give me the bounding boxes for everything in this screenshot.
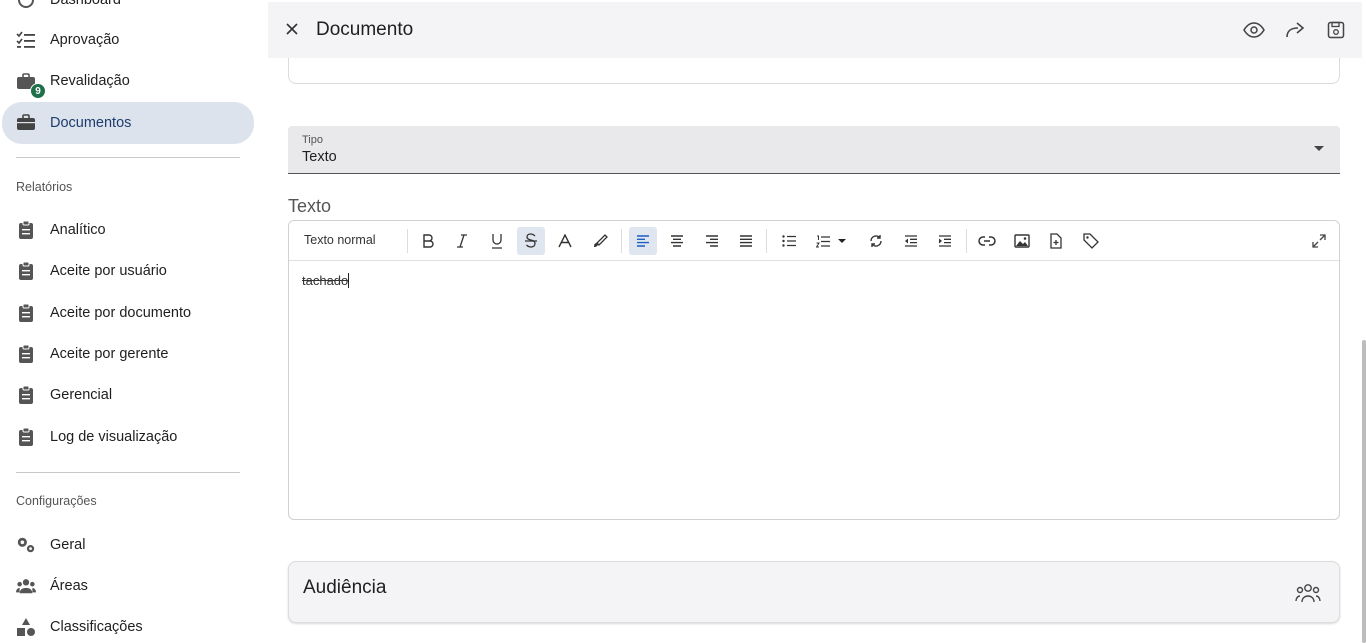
sidebar-item-dashboard[interactable]: Dashboard: [2, 0, 254, 20]
sidebar-item-aprovacao[interactable]: Aprovação: [2, 20, 254, 60]
gears-icon: [16, 535, 36, 555]
rich-text-editor: Texto normal tachado: [288, 220, 1340, 520]
align-center-icon[interactable]: [663, 227, 691, 255]
toolbar-separator: [966, 229, 967, 253]
sidebar-item-label: Aceite por gerente: [50, 346, 169, 362]
numbered-list-dropdown-icon[interactable]: [834, 227, 850, 255]
scrollbar[interactable]: [1362, 340, 1366, 643]
sidebar-item-areas[interactable]: Áreas: [2, 566, 254, 606]
text-direction-icon[interactable]: [862, 227, 890, 255]
previous-card-bottom: [288, 58, 1340, 84]
sidebar-item-documentos[interactable]: Documentos: [2, 102, 254, 144]
clipboard-icon: [16, 385, 36, 405]
fullscreen-expand-icon[interactable]: [1305, 227, 1333, 255]
sidebar-item-revalidacao[interactable]: 9 Revalidação: [2, 61, 254, 101]
editor-content[interactable]: tachado: [302, 273, 350, 288]
briefcase-icon: [16, 112, 36, 132]
clipboard-icon: [16, 427, 36, 447]
sidebar-item-label: Documentos: [50, 115, 132, 131]
outdent-icon[interactable]: [897, 227, 925, 255]
clipboard-icon: [16, 303, 36, 323]
sidebar-item-label: Log de visualização: [50, 429, 178, 445]
sidebar-item-classificacoes[interactable]: Classificações: [2, 607, 254, 643]
align-right-icon[interactable]: [698, 227, 726, 255]
dropdown-caret-icon: [1314, 146, 1324, 151]
editor-text: tachado: [302, 273, 349, 288]
toolbar-separator: [621, 229, 622, 253]
sidebar-item-label: Aprovação: [50, 32, 120, 48]
sidebar-item-gerencial[interactable]: Gerencial: [2, 375, 254, 415]
preview-eye-icon[interactable]: [1243, 19, 1265, 41]
image-icon[interactable]: [1008, 227, 1036, 255]
section-label-configuracoes: Configurações: [16, 494, 97, 508]
document-panel: Documento Tipo Texto Texto Texto normal: [268, 0, 1366, 643]
page-title: Documento: [316, 19, 414, 40]
sidebar-item-label: Aceite por usuário: [50, 263, 167, 279]
revalidation-count-badge: 9: [30, 83, 46, 99]
sidebar-item-label: Geral: [50, 537, 86, 553]
texto-heading: Texto: [288, 196, 332, 216]
editor-toolbar: Texto normal: [289, 221, 1339, 261]
group-users-icon[interactable]: [1295, 581, 1321, 605]
text-cursor: [348, 273, 350, 288]
share-forward-icon[interactable]: [1284, 19, 1306, 41]
tipo-label: Tipo: [302, 134, 323, 146]
font-color-icon[interactable]: [551, 227, 579, 255]
audience-title: Audiência: [303, 577, 387, 598]
sidebar-item-aceite-gerente[interactable]: Aceite por gerente: [2, 334, 254, 374]
sidebar-item-label: Aceite por documento: [50, 305, 192, 321]
clipboard-icon: [16, 261, 36, 281]
sidebar-item-geral[interactable]: Geral: [2, 525, 254, 565]
checklist-icon: [16, 30, 36, 50]
bold-icon[interactable]: [414, 227, 442, 255]
close-icon[interactable]: [282, 19, 302, 39]
sidebar-item-label: Áreas: [50, 578, 88, 594]
sidebar-item-label: Gerencial: [50, 387, 113, 403]
sidebar-item-aceite-documento[interactable]: Aceite por documento: [2, 293, 254, 333]
sidebar: Dashboard Aprovação 9 Revalidação Docume…: [0, 0, 268, 643]
sidebar-divider: [16, 157, 240, 158]
shapes-icon: [16, 617, 36, 637]
toolbar-separator: [407, 229, 408, 253]
sidebar-item-label: Analítico: [50, 222, 106, 238]
link-icon[interactable]: [973, 227, 1001, 255]
numbered-list-icon[interactable]: [809, 227, 837, 255]
sidebar-item-aceite-usuario[interactable]: Aceite por usuário: [2, 251, 254, 291]
sidebar-item-label: Classificações: [50, 619, 143, 635]
sidebar-item-label: Dashboard: [50, 0, 121, 8]
sidebar-item-log-visualizacao[interactable]: Log de visualização: [2, 417, 254, 457]
sidebar-divider: [16, 472, 240, 473]
sidebar-item-label: Revalidação: [50, 73, 130, 89]
toolbar-separator: [766, 229, 767, 253]
section-label-relatorios: Relatórios: [16, 180, 73, 194]
clipboard-icon: [16, 220, 36, 240]
tipo-value: Texto: [302, 149, 337, 165]
bulleted-list-icon[interactable]: [775, 227, 803, 255]
paragraph-style-select[interactable]: Texto normal: [304, 233, 376, 247]
sidebar-item-analitico[interactable]: Analítico: [2, 210, 254, 250]
tipo-select[interactable]: Tipo Texto: [288, 126, 1340, 174]
save-icon[interactable]: [1325, 19, 1347, 41]
strikethrough-icon[interactable]: [517, 227, 545, 255]
highlight-brush-icon[interactable]: [586, 227, 614, 255]
align-left-icon[interactable]: [629, 227, 657, 255]
tag-icon[interactable]: [1077, 227, 1105, 255]
users-icon: [16, 576, 36, 596]
audience-card[interactable]: Audiência: [288, 561, 1340, 623]
italic-icon[interactable]: [448, 227, 476, 255]
dashboard-icon: [16, 0, 36, 10]
clipboard-icon: [16, 344, 36, 364]
insert-file-icon[interactable]: [1042, 227, 1070, 255]
underline-icon[interactable]: [483, 227, 511, 255]
align-justify-icon[interactable]: [732, 227, 760, 255]
panel-header: Documento: [268, 2, 1362, 58]
indent-icon[interactable]: [931, 227, 959, 255]
